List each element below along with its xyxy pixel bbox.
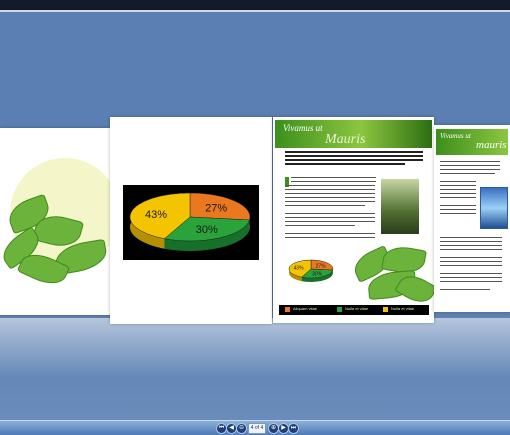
text-line bbox=[440, 257, 502, 258]
title-bar bbox=[0, 0, 510, 10]
text-line bbox=[440, 209, 476, 210]
text-line bbox=[440, 189, 476, 190]
pie-label: 27% bbox=[205, 203, 227, 215]
mini-pie-label: 27% bbox=[316, 263, 327, 269]
nav-controls: ⏮ ◀ ⊖ 4 of 4 ⊕ ▶ ⏭ bbox=[0, 423, 510, 434]
text-line bbox=[440, 273, 502, 274]
brochure-footer: Aliquam vitae Nulla et vitae Nulla et vi… bbox=[279, 305, 429, 315]
page-thumbnail-leaves[interactable] bbox=[0, 128, 110, 315]
page-thumbnail-chart[interactable]: 27% 30% 43% bbox=[110, 117, 272, 324]
text-line bbox=[440, 165, 500, 166]
text-line bbox=[440, 249, 502, 250]
last-icon[interactable]: ⏭ bbox=[288, 423, 299, 434]
text-line bbox=[440, 205, 476, 206]
text-line bbox=[440, 181, 476, 182]
page-thumbnail-side[interactable]: Vivamus ut mauris bbox=[434, 125, 510, 312]
text-line bbox=[440, 265, 502, 266]
text-line bbox=[440, 245, 502, 246]
side-banner: Vivamus ut mauris bbox=[436, 129, 508, 155]
globe-image bbox=[480, 187, 508, 229]
legend-swatch bbox=[383, 307, 388, 312]
text-line bbox=[440, 197, 476, 198]
floor-reflection bbox=[0, 318, 510, 378]
legend-swatch bbox=[337, 307, 342, 312]
text-line bbox=[440, 289, 490, 290]
side-title-script: Vivamus ut bbox=[440, 132, 471, 140]
page-indicator[interactable]: 4 of 4 bbox=[248, 423, 266, 434]
text-line bbox=[440, 261, 502, 262]
mini-pie-label: 43% bbox=[294, 266, 305, 272]
pie-label: 43% bbox=[145, 209, 167, 221]
text-line bbox=[440, 193, 476, 194]
pie-chart: 27% 30% 43% bbox=[129, 192, 251, 251]
legend-swatch bbox=[285, 307, 290, 312]
navigation-bar: ⏮ ◀ ⊖ 4 of 4 ⊕ ▶ ⏭ bbox=[0, 420, 510, 435]
text-line bbox=[440, 281, 502, 282]
footer-item-3: Nulla et vitae bbox=[391, 306, 415, 311]
text-line bbox=[440, 237, 502, 238]
side-title-large: mauris bbox=[476, 139, 507, 151]
text-line bbox=[440, 169, 500, 170]
page-thumbnail-brochure[interactable]: Vivamus ut Mauris 27% 30% 43% Aliquam vita… bbox=[273, 117, 434, 323]
zoom-icon[interactable]: ⊖ bbox=[236, 423, 247, 434]
text-line bbox=[440, 173, 495, 174]
footer-item-2: Nulla et vitae bbox=[345, 306, 369, 311]
pie-label: 30% bbox=[196, 224, 218, 236]
mini-pie-chart: 27% 30% 43% bbox=[288, 259, 334, 282]
text-line bbox=[440, 161, 500, 162]
text-line bbox=[440, 277, 502, 278]
text-line bbox=[440, 213, 476, 214]
mini-pie-label: 30% bbox=[312, 271, 323, 277]
text-line bbox=[440, 241, 502, 242]
footer-item-1: Aliquam vitae bbox=[293, 306, 318, 311]
text-line bbox=[440, 185, 476, 186]
